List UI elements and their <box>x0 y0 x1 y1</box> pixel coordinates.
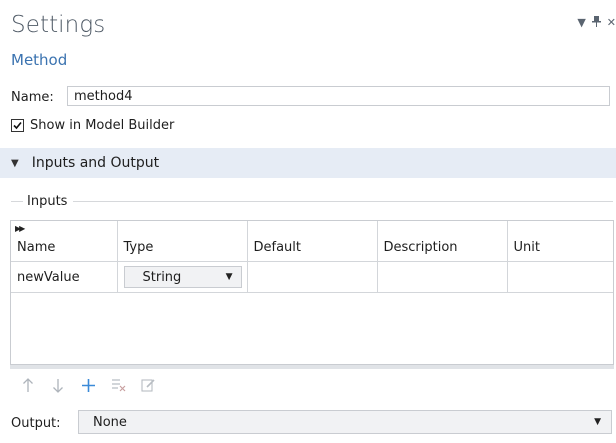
edit-button[interactable] <box>140 377 156 393</box>
window-controls: ▼ ✕ <box>577 16 616 30</box>
output-label: Output: <box>11 416 61 431</box>
close-icon[interactable]: ✕ <box>607 17 616 29</box>
pin-icon[interactable] <box>591 16 601 30</box>
cell-type[interactable]: String ▼ <box>117 261 248 293</box>
column-header-unit[interactable]: Unit <box>507 221 613 262</box>
arrow-down-icon <box>53 378 63 393</box>
checkmark-icon <box>13 121 22 130</box>
cell-name[interactable]: newValue <box>11 261 118 293</box>
name-label: Name: <box>11 90 54 105</box>
section-inputs-and-output[interactable]: ▼ Inputs and Output <box>0 148 616 178</box>
output-dropdown[interactable]: None ▼ <box>78 410 612 434</box>
move-up-button[interactable] <box>20 377 36 393</box>
chevron-down-icon: ▼ <box>225 272 233 282</box>
chevron-down-icon: ▼ <box>594 417 601 427</box>
expand-columns-icon[interactable]: ▶▶ <box>15 224 25 233</box>
inputs-group-label: Inputs <box>27 194 68 209</box>
output-value: None <box>93 414 127 430</box>
delete-list-icon <box>111 379 125 392</box>
type-dropdown[interactable]: String ▼ <box>123 266 242 288</box>
inputs-group-legend: Inputs <box>11 194 613 209</box>
column-header-default[interactable]: Default <box>247 221 378 262</box>
table-splitter[interactable] <box>10 365 614 369</box>
inputs-table: ▶▶ Name Type Default Description Unit ne… <box>10 220 614 365</box>
show-in-model-builder-row[interactable]: Show in Model Builder <box>11 118 174 133</box>
section-title: Inputs and Output <box>31 155 160 171</box>
column-header-description[interactable]: Description <box>377 221 508 262</box>
cell-description[interactable] <box>377 261 508 293</box>
cell-unit[interactable] <box>507 261 613 293</box>
delete-button[interactable] <box>110 377 126 393</box>
edit-icon <box>140 379 155 392</box>
show-in-model-builder-label: Show in Model Builder <box>30 118 175 133</box>
collapse-triangle-icon[interactable]: ▼ <box>11 158 19 169</box>
move-down-button[interactable] <box>50 377 66 393</box>
arrow-up-icon <box>23 377 33 392</box>
name-field[interactable] <box>67 86 610 106</box>
table-toolbar <box>20 377 156 393</box>
page-title: Settings <box>11 12 106 38</box>
add-button[interactable] <box>80 377 96 393</box>
cell-default[interactable] <box>247 261 378 293</box>
table-row[interactable]: newValue String ▼ <box>11 261 613 293</box>
column-header-name[interactable]: ▶▶ Name <box>11 221 118 262</box>
show-in-model-builder-checkbox[interactable] <box>11 119 24 132</box>
dropdown-menu-icon[interactable]: ▼ <box>577 17 585 29</box>
plus-icon <box>81 378 95 392</box>
column-header-type[interactable]: Type <box>117 221 248 262</box>
page-subtitle: Method <box>11 51 68 69</box>
